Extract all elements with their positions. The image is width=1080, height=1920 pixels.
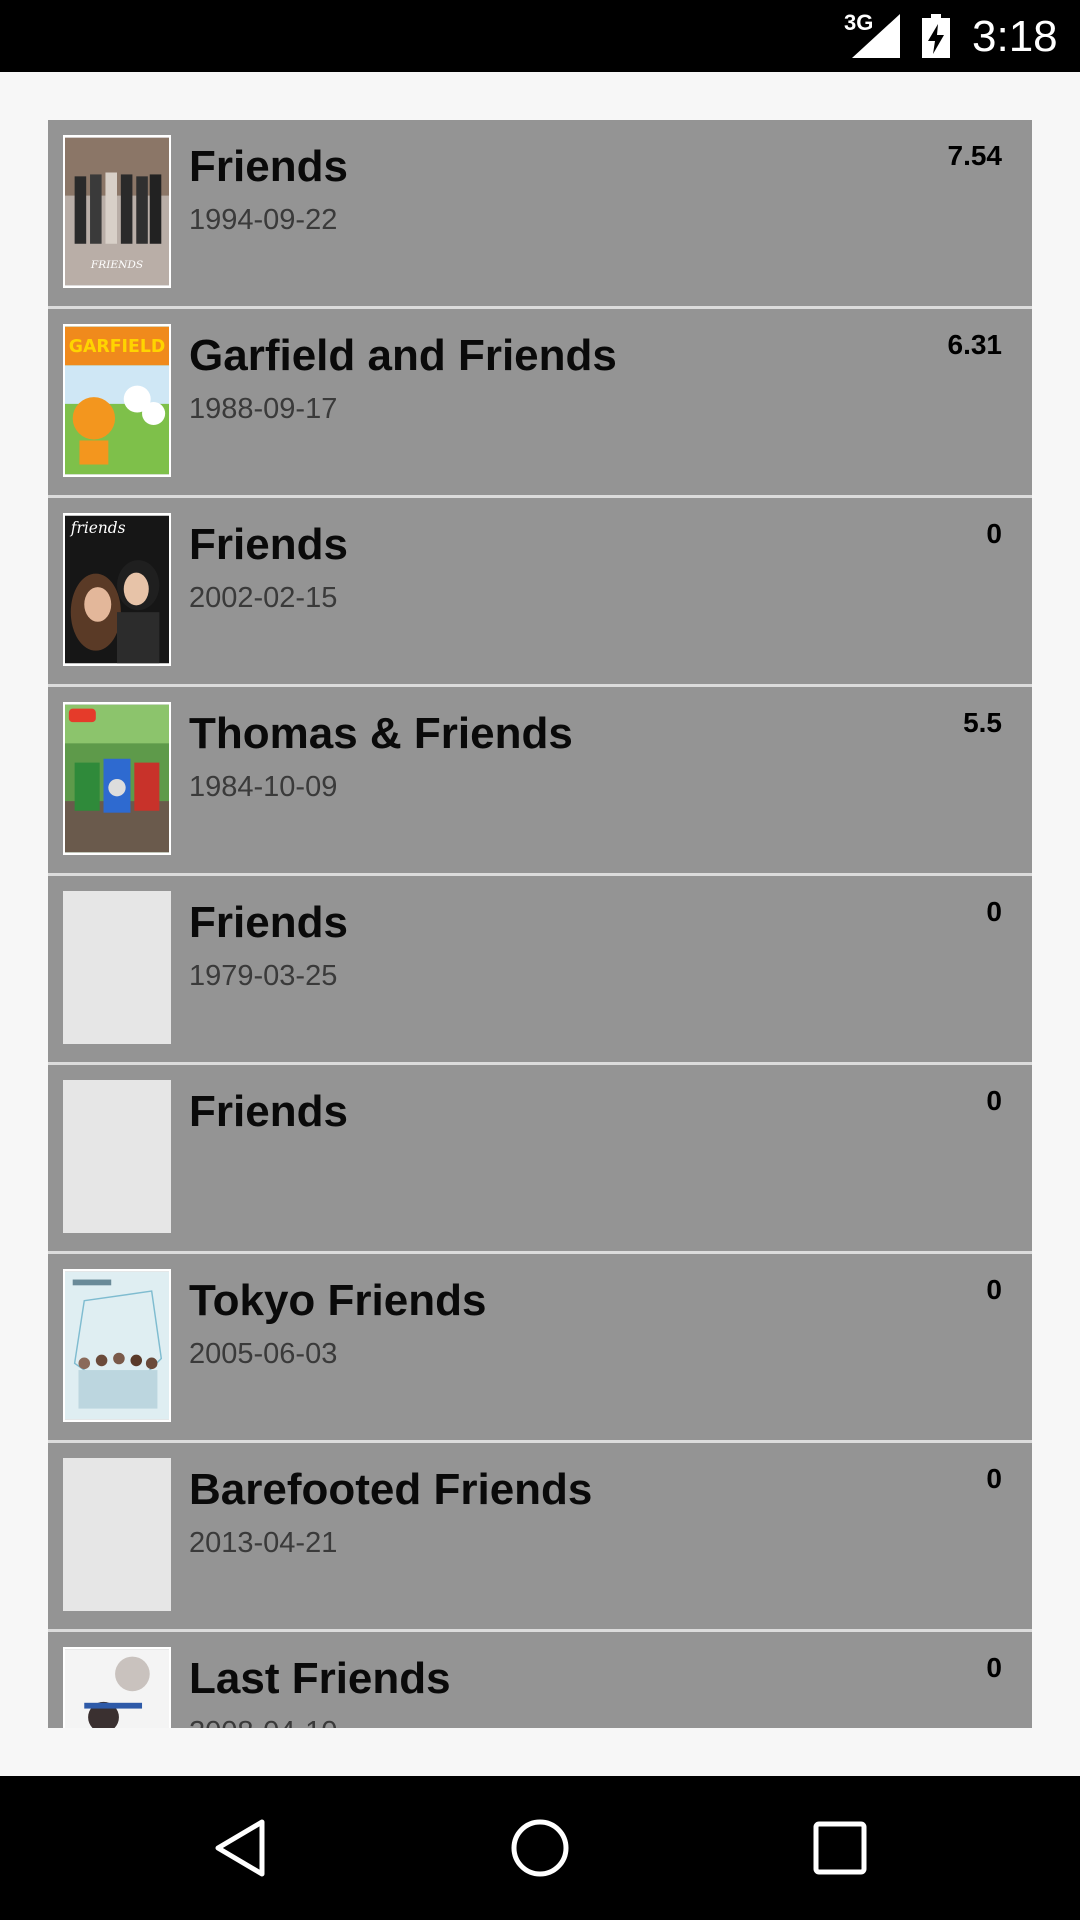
recents-icon[interactable] bbox=[808, 1816, 872, 1880]
list-item[interactable]: Barefooted Friends 2013-04-21 0 bbox=[48, 1443, 1032, 1632]
battery-charging-icon bbox=[922, 14, 950, 58]
results-list[interactable]: FRIENDS Friends 1994-09-22 7.54 GARFIELD… bbox=[48, 120, 1032, 1728]
air-date: 1984-10-09 bbox=[189, 771, 338, 803]
show-title: Friends bbox=[189, 898, 348, 947]
poster-image bbox=[63, 1647, 171, 1728]
poster-placeholder bbox=[63, 1080, 171, 1233]
list-item[interactable]: Tokyo Friends 2005-06-03 0 bbox=[48, 1254, 1032, 1443]
poster-image bbox=[63, 702, 171, 855]
status-bar: 3G 3:18 bbox=[0, 0, 1080, 72]
poster-placeholder bbox=[63, 891, 171, 1044]
rating: 7.54 bbox=[947, 140, 1003, 171]
list-item[interactable]: friends Friends 2002-02-15 0 bbox=[48, 498, 1032, 687]
air-date: 2002-02-15 bbox=[189, 582, 338, 614]
air-date: 2008-04-10 bbox=[189, 1716, 337, 1728]
rating: 6.31 bbox=[947, 329, 1003, 360]
home-icon[interactable] bbox=[508, 1816, 572, 1880]
svg-text:FRIENDS: FRIENDS bbox=[90, 259, 143, 271]
list-item[interactable]: Last Friends 2008-04-10 0 bbox=[48, 1632, 1032, 1728]
show-title: Friends bbox=[189, 520, 348, 569]
poster-image: friends bbox=[63, 513, 171, 666]
show-title: Garfield and Friends bbox=[189, 331, 617, 380]
back-icon[interactable] bbox=[210, 1816, 274, 1880]
air-date: 1988-09-17 bbox=[189, 393, 338, 425]
poster-image: GARFIELD bbox=[63, 324, 171, 477]
list-item[interactable]: Friends 1979-03-25 0 bbox=[48, 876, 1032, 1065]
rating: 0 bbox=[986, 1274, 1002, 1305]
list-item[interactable]: Thomas & Friends 1984-10-09 5.5 bbox=[48, 687, 1032, 876]
rating: 0 bbox=[986, 1652, 1002, 1683]
rating: 0 bbox=[986, 1463, 1002, 1494]
poster-placeholder bbox=[63, 1458, 171, 1611]
clock: 3:18 bbox=[972, 12, 1058, 61]
show-title: Tokyo Friends bbox=[189, 1276, 487, 1325]
rating: 0 bbox=[986, 1085, 1002, 1116]
show-title: Friends bbox=[189, 142, 348, 191]
svg-text:GARFIELD: GARFIELD bbox=[69, 337, 166, 357]
air-date: 1979-03-25 bbox=[189, 960, 338, 992]
rating: 5.5 bbox=[963, 707, 1002, 738]
signal-icon bbox=[852, 14, 900, 58]
svg-text:friends: friends bbox=[70, 519, 126, 537]
list-item[interactable]: GARFIELD Garfield and Friends 1988-09-17… bbox=[48, 309, 1032, 498]
air-date: 2013-04-21 bbox=[189, 1527, 338, 1559]
show-title: Barefooted Friends bbox=[189, 1465, 593, 1514]
poster-image bbox=[63, 1269, 171, 1422]
list-item[interactable]: FRIENDS Friends 1994-09-22 7.54 bbox=[48, 120, 1032, 309]
rating: 0 bbox=[986, 896, 1002, 927]
show-title: Friends bbox=[189, 1087, 348, 1136]
navigation-bar bbox=[0, 1776, 1080, 1920]
air-date: 1994-09-22 bbox=[189, 204, 338, 236]
list-item[interactable]: Friends 0 bbox=[48, 1065, 1032, 1254]
poster-image: FRIENDS bbox=[63, 135, 171, 288]
show-title: Last Friends bbox=[189, 1654, 451, 1703]
rating: 0 bbox=[986, 518, 1002, 549]
air-date: 2005-06-03 bbox=[189, 1338, 338, 1370]
show-title: Thomas & Friends bbox=[189, 709, 573, 758]
